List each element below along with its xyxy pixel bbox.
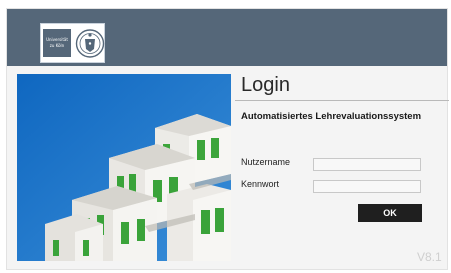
username-input[interactable] [313,158,421,171]
header-bar: Universität zu Köln [7,9,447,66]
title-divider [235,100,449,101]
building-photo [17,74,231,261]
ok-button[interactable]: OK [358,204,422,222]
university-logo: Universität zu Köln [40,23,105,63]
system-subtitle: Automatisiertes Lehrevaluationssystem [241,111,422,122]
username-label: Nutzername [241,157,291,167]
password-input[interactable] [313,180,421,193]
password-label: Kennwort [241,179,280,189]
logo-wordmark-line2: zu Köln [49,43,65,48]
page-title: Login [241,74,290,96]
university-seal-icon [75,29,105,58]
logo-wordmark: Universität zu Köln [43,29,71,57]
version-label: V8.1 [417,250,442,264]
